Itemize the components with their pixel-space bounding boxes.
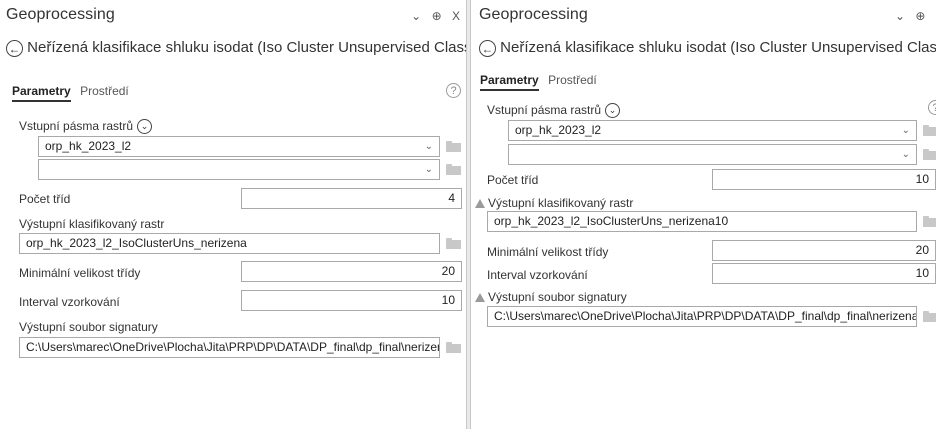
pane-title: Geoprocessing [6, 6, 115, 23]
chevron-down-icon[interactable]: ⌄ [902, 121, 910, 140]
output-raster-label: Výstupní klasifikovaný rastr [475, 196, 633, 210]
sample-interval-input[interactable]: 10 [241, 290, 462, 311]
signature-label: Výstupní soubor signatury [19, 320, 158, 334]
pane-menu-icon[interactable]: ⌄ [895, 9, 905, 23]
signature-input[interactable]: C:\Users\marec\OneDrive\Plocha\Jita\PRP\… [487, 306, 917, 327]
tab-bar: Parametry Prostředí [480, 73, 597, 91]
folder-icon[interactable] [446, 141, 461, 152]
chevron-down-icon[interactable]: ⌄ [425, 160, 433, 179]
warning-icon [475, 199, 485, 208]
min-class-input[interactable]: 20 [241, 261, 462, 282]
tool-header: ← Neřízená klasifikace shluku isodat (Is… [6, 39, 466, 57]
chevron-down-icon[interactable]: ⌄ [425, 137, 433, 156]
input-band-1[interactable]: orp_hk_2023_l2 ⌄ [508, 120, 917, 141]
folder-icon[interactable] [923, 149, 936, 160]
close-icon[interactable]: X [452, 9, 460, 23]
classes-label: Počet tříd [19, 192, 71, 206]
pane-controls: ⌄ ⊕ X [404, 9, 460, 23]
folder-icon[interactable] [446, 238, 461, 249]
pin-icon[interactable]: ⊕ [432, 9, 442, 23]
pane-title: Geoprocessing [479, 6, 588, 23]
output-raster-input[interactable]: orp_hk_2023_l2_IsoClusterUns_nerizena [19, 233, 440, 254]
help-icon[interactable]: ? [446, 83, 461, 98]
warning-icon [475, 293, 485, 302]
tab-parameters[interactable]: Parametry [480, 73, 539, 91]
folder-icon[interactable] [923, 125, 936, 136]
input-bands-label: Vstupní pásma rastrů ⌄ [487, 103, 621, 119]
tool-name: Neřízená klasifikace shluku isodat (Iso … [500, 39, 936, 56]
min-class-label: Minimální velikost třídy [487, 245, 609, 259]
input-band-2[interactable]: ⌄ [508, 144, 917, 165]
geoprocessing-pane-left: Geoprocessing ⌄ ⊕ X ← Neřízená klasifika… [0, 0, 466, 429]
folder-icon[interactable] [923, 216, 936, 227]
folder-icon[interactable] [446, 164, 461, 175]
input-band-2[interactable]: ⌄ [38, 159, 440, 180]
folder-icon[interactable] [446, 342, 461, 353]
min-class-label: Minimální velikost třídy [19, 266, 141, 280]
tool-name: Neřízená klasifikace shluku isodat (Iso … [27, 39, 466, 56]
expand-icon[interactable]: ⌄ [137, 119, 153, 135]
tab-bar: Parametry Prostředí [12, 84, 129, 102]
tab-environments[interactable]: Prostředí [548, 73, 597, 87]
output-raster-label: Výstupní klasifikovaný rastr [19, 217, 165, 231]
tab-parameters[interactable]: Parametry [12, 84, 71, 102]
back-icon[interactable]: ← [479, 39, 496, 57]
pane-menu-icon[interactable]: ⌄ [411, 9, 421, 23]
classes-label: Počet tříd [487, 173, 539, 187]
chevron-down-icon[interactable]: ⌄ [902, 145, 910, 164]
pane-controls: ⌄ ⊕ X [888, 9, 936, 23]
signature-label: Výstupní soubor signatury [475, 290, 627, 304]
back-icon[interactable]: ← [6, 39, 23, 57]
pin-icon[interactable]: ⊕ [915, 9, 925, 23]
min-class-input[interactable]: 20 [712, 240, 936, 261]
expand-icon[interactable]: ⌄ [605, 103, 621, 119]
help-icon[interactable]: ? [928, 100, 936, 115]
geoprocessing-pane-right: Geoprocessing ⌄ ⊕ X ← Neřízená klasifika… [471, 0, 936, 429]
output-raster-input[interactable]: orp_hk_2023_l2_IsoClusterUns_nerizena10 [487, 211, 917, 232]
tab-environments[interactable]: Prostředí [80, 84, 129, 98]
classes-input[interactable]: 4 [241, 188, 462, 209]
sample-interval-input[interactable]: 10 [712, 263, 936, 284]
tool-header: ← Neřízená klasifikace shluku isodat (Is… [479, 39, 936, 57]
input-band-1[interactable]: orp_hk_2023_l2 ⌄ [38, 136, 440, 157]
signature-input[interactable]: C:\Users\marec\OneDrive\Plocha\Jita\PRP\… [19, 337, 440, 358]
classes-input[interactable]: 10 [712, 169, 936, 190]
input-bands-label: Vstupní pásma rastrů ⌄ [19, 119, 153, 135]
folder-icon[interactable] [923, 311, 936, 322]
sample-interval-label: Interval vzorkování [19, 295, 120, 309]
sample-interval-label: Interval vzorkování [487, 268, 588, 282]
